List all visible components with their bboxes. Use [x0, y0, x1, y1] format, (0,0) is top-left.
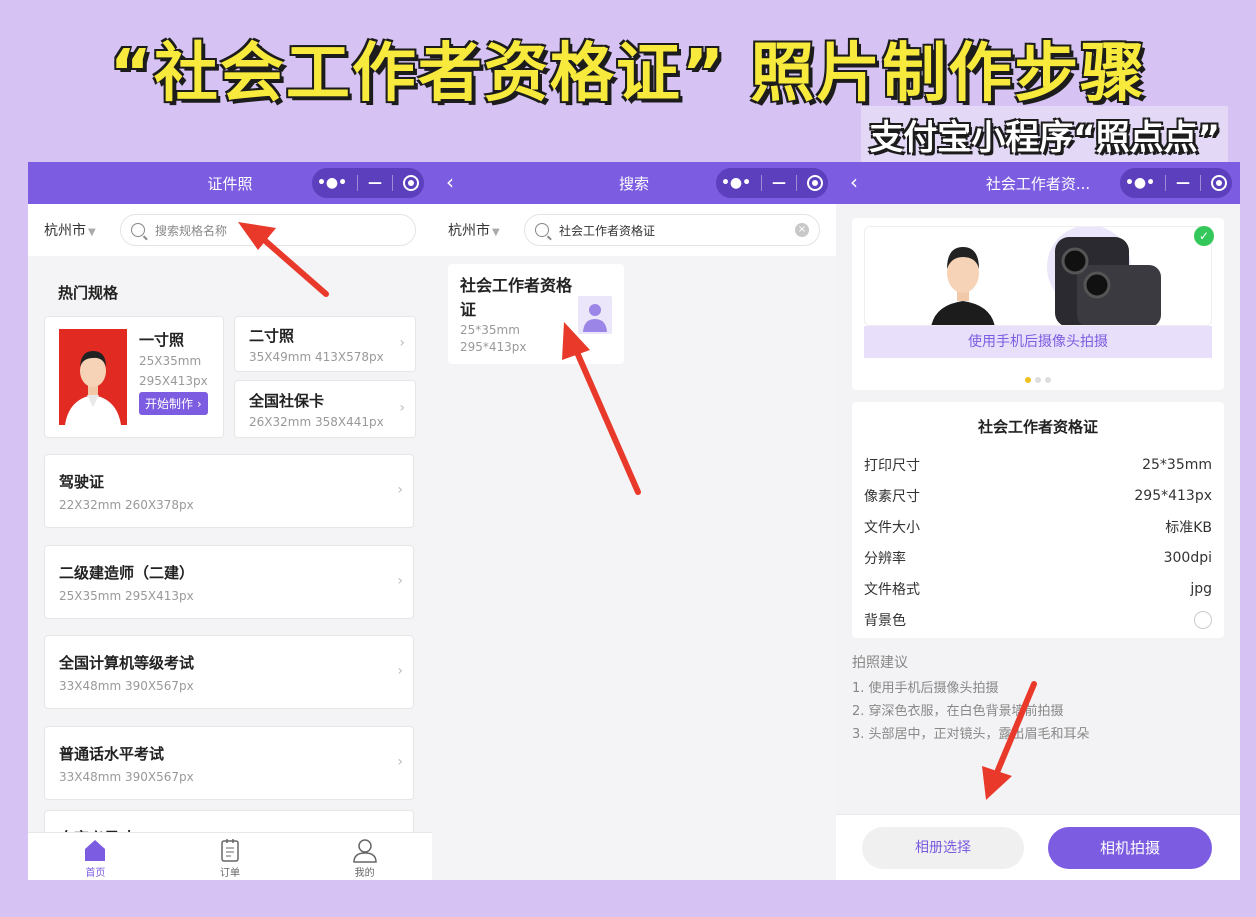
tips-carousel[interactable]: ✓ 使用手机后摄像头拍摄 — [852, 218, 1224, 390]
photo-tips: 拍照建议 1. 使用手机后摄像头拍摄 2. 穿深色衣服，在白色背景墙前拍摄 3.… — [852, 652, 1090, 746]
spec-row-format: 文件格式 jpg — [864, 580, 1212, 598]
result-title: 社会工作者资格证 — [460, 276, 573, 319]
spec-size-mm: 25X35mm — [139, 354, 202, 368]
spec-row-pixel-size: 像素尺寸 295*413px — [864, 487, 1212, 505]
search-input[interactable]: 社会工作者资格证 × — [524, 214, 820, 246]
start-button[interactable]: 开始制作 › — [139, 392, 208, 415]
chevron-right-icon: › — [397, 573, 403, 589]
nav-bar: 证件照 •●• — — [28, 162, 432, 204]
spec-size: 26X32mm 358X441px — [249, 415, 384, 429]
minimize-icon[interactable]: — — [1176, 175, 1190, 191]
spec-card-driver-license[interactable]: 驾驶证 22X32mm 260X378px › — [44, 454, 414, 528]
chevron-right-icon: › — [399, 335, 405, 351]
tab-label: 我的 — [354, 868, 375, 879]
chevron-right-icon: › — [399, 400, 405, 416]
tab-label: 首页 — [85, 868, 106, 879]
camera-capture-button[interactable]: 相机拍摄 — [1048, 827, 1212, 869]
portrait-icon — [578, 296, 612, 334]
spec-title: 普通话水平考试 — [59, 745, 165, 763]
result-size-px: 295*413px — [460, 340, 527, 354]
tips-title: 拍照建议 — [852, 655, 908, 671]
album-select-button[interactable]: 相册选择 — [862, 827, 1024, 869]
clear-icon[interactable]: × — [795, 223, 809, 237]
tab-home[interactable]: 首页 — [28, 833, 163, 880]
spec-card-featured[interactable]: 一寸照 25X35mm 295X413px 开始制作 › — [44, 316, 224, 438]
spec-row-background: 背景色 — [852, 604, 1224, 635]
tab-orders[interactable]: 订单 — [163, 833, 298, 880]
minimize-icon[interactable]: — — [368, 175, 382, 191]
spec-size: 22X32mm 260X378px — [59, 498, 194, 512]
search-row: 杭州市 ▼ 社会工作者资格证 × — [432, 204, 836, 256]
search-value: 社会工作者资格证 — [559, 223, 656, 238]
spec-row-print-size: 打印尺寸 25*35mm — [864, 456, 1212, 474]
search-icon — [131, 223, 145, 237]
spec-row-file-size: 文件大小 标准KB — [864, 519, 1212, 536]
spec-size: 33X48mm 390X567px — [59, 770, 194, 784]
spec-title: 全国社保卡 — [249, 392, 325, 410]
chevron-right-icon: › — [397, 663, 403, 679]
screen-spec-detail: ‹ 社会工作者资... •●• — ✓ 使用手机后摄像头拍摄 社会工作者资格证 … — [836, 162, 1240, 880]
spec-title: 驾驶证 — [59, 473, 105, 491]
spec-info-card: 社会工作者资格证 打印尺寸 25*35mm 像素尺寸 295*413px 文件大小标… — [852, 402, 1224, 638]
spec-title: 二寸照 — [249, 327, 295, 345]
user-icon — [352, 839, 377, 863]
tab-bar: 首页 订单 我的 — [28, 832, 432, 880]
spec-card-mandarin-exam[interactable]: 普通话水平考试 33X48mm 390X567px › — [44, 726, 414, 800]
close-icon[interactable] — [402, 175, 419, 191]
spec-size: 25X35mm 295X413px — [59, 589, 194, 603]
sample-photo — [59, 329, 127, 425]
banner-subtitle: 支付宝小程序“照点点” — [861, 106, 1228, 163]
more-icon[interactable]: •●• — [721, 175, 751, 191]
spec-title: 社会工作者资格证 — [977, 418, 1098, 436]
mini-program-capsule[interactable]: •●• — — [312, 168, 424, 198]
spec-card-constructor[interactable]: 二级建造师（二建） 25X35mm 295X413px › — [44, 545, 414, 619]
screen-search: ‹ 搜索 •●• — 杭州市 ▼ 社会工作者资格证 × 社会工作者资格证 25*3… — [432, 162, 836, 880]
spec-card-computer-exam[interactable]: 全国计算机等级考试 33X48mm 390X567px › — [44, 635, 414, 709]
spec-size-px: 295X413px — [139, 374, 208, 388]
banner-title: “社会工作者资格证” 照片制作步骤 — [109, 37, 1147, 111]
mini-program-capsule[interactable]: •●• — — [716, 168, 828, 198]
home-icon — [85, 840, 106, 861]
tab-label: 订单 — [220, 868, 240, 879]
spec-title: 全国计算机等级考试 — [59, 654, 195, 672]
hero-image — [864, 226, 1212, 326]
minimize-icon[interactable]: — — [772, 175, 786, 191]
search-placeholder: 搜索规格名称 — [155, 223, 228, 238]
order-icon — [221, 839, 239, 862]
spec-row-resolution: 分辨率 300dpi — [864, 549, 1212, 567]
chevron-right-icon: › — [397, 754, 403, 770]
carousel-dots — [852, 368, 1224, 387]
tab-mine[interactable]: 我的 — [297, 833, 432, 880]
city-selector[interactable]: 杭州市 ▼ — [448, 220, 524, 240]
chevron-right-icon: › — [397, 482, 403, 498]
more-icon[interactable]: •●• — [317, 175, 347, 191]
spec-size: 33X48mm 390X567px — [59, 679, 194, 693]
nav-bar: ‹ 社会工作者资... •●• — — [836, 162, 1240, 204]
tip-item: 3. 头部居中，正对镜头，露出眉毛和耳朵 — [852, 727, 1090, 742]
tip-item: 2. 穿深色衣服，在白色背景墙前拍摄 — [852, 704, 1064, 719]
nav-bar: ‹ 搜索 •●• — — [432, 162, 836, 204]
background-color-swatch[interactable] — [1194, 610, 1212, 629]
close-icon[interactable] — [1210, 175, 1227, 191]
spec-size: 35X49mm 413X578px — [249, 350, 384, 364]
hero-caption: 使用手机后摄像头拍摄 — [864, 326, 1212, 358]
spec-card-two-inch[interactable]: 二寸照 35X49mm 413X578px › — [234, 316, 416, 372]
action-bar: 相册选择 相机拍摄 — [836, 814, 1240, 880]
more-icon[interactable]: •●• — [1125, 175, 1155, 191]
check-icon: ✓ — [1194, 226, 1214, 246]
spec-title: 二级建造师（二建） — [59, 564, 195, 582]
hot-specs-label: 热门规格 — [58, 284, 119, 302]
search-input[interactable]: 搜索规格名称 — [120, 214, 416, 246]
close-icon[interactable] — [806, 175, 823, 191]
search-result-card[interactable]: 社会工作者资格证 25*35mm 295*413px — [448, 264, 624, 364]
mini-program-capsule[interactable]: •●• — — [1120, 168, 1232, 198]
tip-item: 1. 使用手机后摄像头拍摄 — [852, 681, 999, 696]
spec-card-social-security[interactable]: 全国社保卡 26X32mm 358X441px › — [234, 380, 416, 438]
spec-title: 一寸照 — [139, 331, 185, 349]
search-row: 杭州市 ▼ 搜索规格名称 — [28, 204, 432, 256]
screen-home: 证件照 •●• — 杭州市 ▼ 搜索规格名称 热门规格 一寸照 25X35mm … — [28, 162, 432, 880]
search-icon — [535, 223, 549, 237]
city-selector[interactable]: 杭州市 ▼ — [44, 220, 120, 240]
